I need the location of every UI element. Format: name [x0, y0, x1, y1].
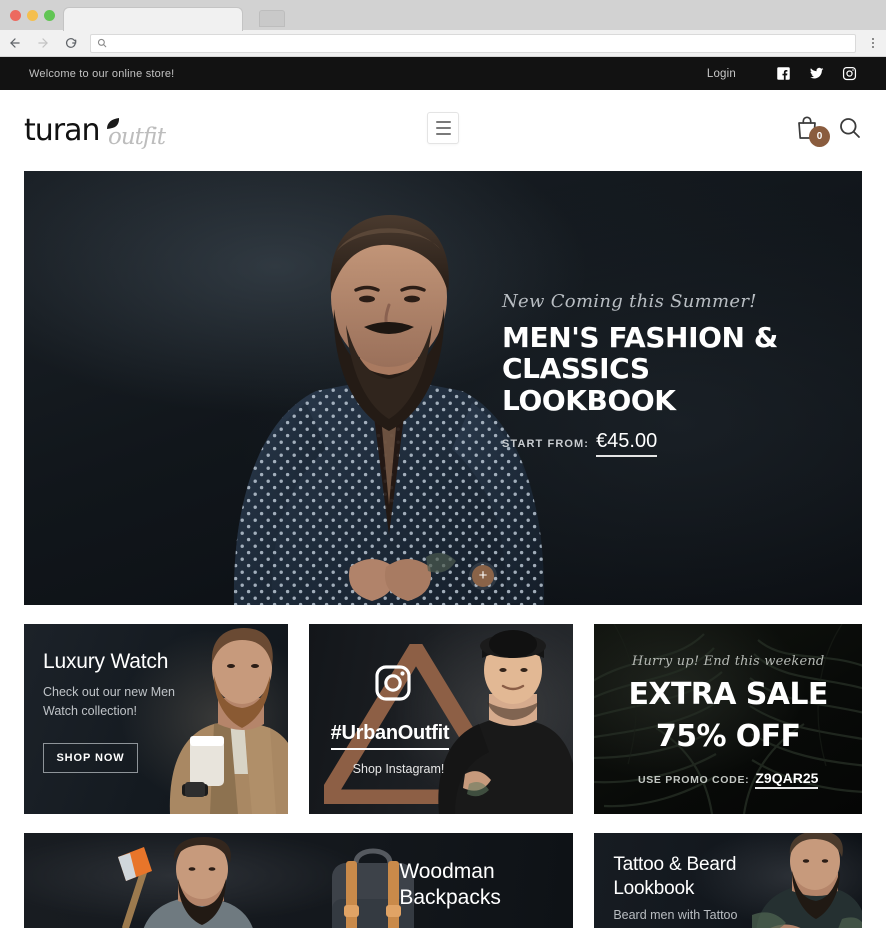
woodman-model-image [118, 837, 253, 928]
hero-price-label: START FROM: [502, 438, 590, 451]
window-traffic-lights [8, 0, 63, 30]
maximize-window-button[interactable] [44, 9, 55, 21]
browser-window: Welcome to our online store! Login turan [0, 0, 886, 940]
forward-arrow-icon[interactable] [34, 34, 52, 52]
instagram-icon [373, 663, 413, 708]
browser-tab[interactable] [63, 7, 243, 31]
promo-code-value: Z9QAR25 [755, 770, 819, 789]
browser-tab-strip [0, 0, 886, 31]
promo-code-row: USE PROMO CODE: Z9QAR25 [594, 770, 862, 789]
shop-now-button[interactable]: SHOP NOW [43, 742, 138, 773]
tattoo-title-line2: Lookbook [613, 877, 695, 899]
webpage: Welcome to our online store! Login turan [0, 57, 886, 928]
login-link[interactable]: Login [707, 68, 736, 80]
browser-toolbar [0, 30, 886, 57]
twitter-icon[interactable] [808, 66, 825, 81]
close-window-button[interactable] [10, 9, 21, 21]
reload-icon[interactable] [62, 34, 80, 52]
sale-line1: EXTRA SALE [628, 677, 829, 712]
hero-price-row: START FROM: €45.00 [502, 430, 832, 458]
logo-wordmark: turan [24, 113, 101, 148]
card-copy: Woodman Backpacks [399, 859, 549, 912]
promo-row-bottom: Woodman Backpacks Tattoo & Beard Lookboo… [24, 833, 862, 928]
tattoo-subtitle: Beard men with Tattoo [613, 907, 738, 922]
watch-card-title: Luxury Watch [43, 650, 169, 673]
facebook-icon[interactable] [776, 66, 791, 81]
tattoo-title-line1: Tattoo & Beard [613, 854, 737, 875]
instagram-subtitle: Shop Instagram! [352, 761, 445, 776]
hero-title-line2: CLASSICS LOOKBOOK [502, 352, 676, 417]
instagram-hashtag[interactable]: #UrbanOutfit [330, 722, 450, 750]
hero-banner[interactable]: New Coming this Summer! MEN'S FASHION & … [24, 171, 862, 605]
hero-hotspot-1[interactable]: + [472, 565, 494, 587]
promo-card-luxury-watch[interactable]: Luxury Watch Check out our new Men Watch… [24, 624, 288, 814]
back-arrow-icon[interactable] [6, 34, 24, 52]
instagram-icon[interactable] [842, 66, 857, 81]
promo-card-instagram[interactable]: #UrbanOutfit Shop Instagram! [308, 624, 574, 814]
card-copy: Tattoo & Beard Lookbook Beard men with T… [613, 853, 773, 922]
address-input[interactable] [113, 37, 849, 49]
card-copy: #UrbanOutfit Shop Instagram! [309, 624, 574, 814]
minimize-window-button[interactable] [27, 9, 38, 21]
watch-subtitle-line1: Check out our new Men [43, 685, 176, 699]
promo-card-tattoo-beard[interactable]: Tattoo & Beard Lookbook Beard men with T… [594, 833, 862, 928]
woodman-title-line2: Backpacks [399, 886, 501, 910]
header-actions: 0 [795, 115, 862, 147]
watch-subtitle-line2: Watch collection! [43, 703, 138, 718]
cart-button[interactable]: 0 [795, 115, 830, 147]
card-copy: Hurry up! End this weekend EXTRA SALE 75… [594, 624, 862, 814]
welcome-message: Welcome to our online store! [29, 67, 175, 80]
cart-count-badge: 0 [809, 126, 830, 147]
hamburger-menu-icon[interactable] [427, 112, 459, 144]
site-header: turan outfit 0 [0, 90, 886, 166]
card-copy: Luxury Watch Check out our new Men Watch… [24, 624, 288, 814]
promo-code-label: USE PROMO CODE: [637, 773, 750, 786]
page-content: New Coming this Summer! MEN'S FASHION & … [0, 171, 886, 928]
kebab-menu-icon[interactable] [866, 38, 880, 48]
search-icon[interactable] [838, 116, 862, 140]
social-links [776, 66, 857, 81]
announcement-bar: Welcome to our online store! Login [0, 57, 886, 90]
promo-card-extra-sale[interactable]: Hurry up! End this weekend EXTRA SALE 75… [594, 624, 862, 814]
sale-eyebrow: Hurry up! End this weekend [631, 654, 825, 669]
address-bar[interactable] [90, 33, 856, 53]
woodman-title-line1: Woodman [399, 860, 495, 883]
hero-copy: New Coming this Summer! MEN'S FASHION & … [502, 291, 832, 458]
new-tab-button[interactable] [259, 10, 285, 27]
logo-script: outfit [108, 124, 166, 150]
watch-card-subtitle: Check out our new Men Watch collection! [43, 683, 183, 721]
hero-title-line1: MEN'S FASHION & [502, 321, 778, 354]
promo-card-woodman[interactable]: Woodman Backpacks [24, 833, 574, 928]
hero-eyebrow: New Coming this Summer! [502, 291, 757, 312]
sale-line2: 75% OFF [655, 719, 801, 755]
promo-row-top: Luxury Watch Check out our new Men Watch… [24, 624, 862, 814]
site-logo[interactable]: turan outfit [24, 108, 166, 150]
hero-price-value: €45.00 [596, 430, 658, 458]
search-icon [97, 38, 107, 48]
